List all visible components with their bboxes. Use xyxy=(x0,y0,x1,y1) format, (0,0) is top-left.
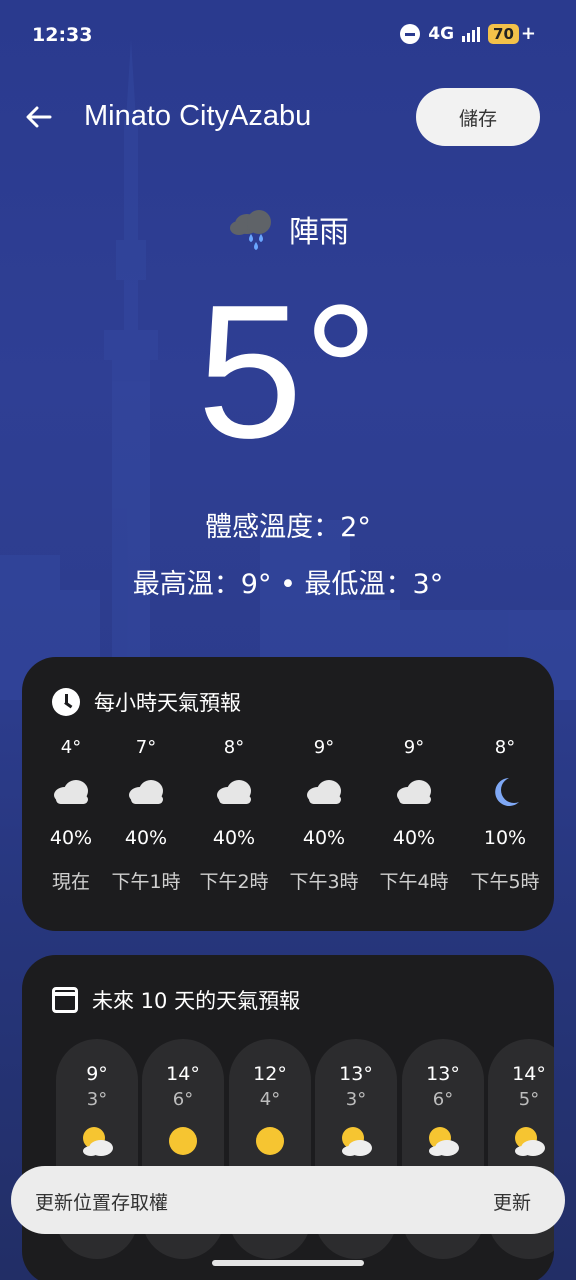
hourly-forecast-header: 每小時天氣預報 xyxy=(52,687,241,717)
calendar-icon xyxy=(52,987,78,1013)
partly-cloudy-icon xyxy=(429,1127,459,1156)
location-title: Minato CityAzabu xyxy=(84,100,312,132)
cloud-icon xyxy=(54,780,88,804)
battery-charging-indicator: + xyxy=(520,23,536,44)
hourly-item: 9° 40% 下午3時 xyxy=(279,737,369,894)
hourly-temp: 7° xyxy=(135,737,157,758)
current-condition: 陣雨 xyxy=(0,206,576,252)
hourly-time: 下午5時 xyxy=(470,871,540,893)
snackbar-message: 更新位置存取權 xyxy=(35,1192,169,1214)
gesture-nav-handle[interactable] xyxy=(212,1260,364,1266)
sun-icon xyxy=(256,1127,284,1155)
cloud-icon xyxy=(129,780,163,804)
daily-forecast-title: 未來 10 天的天氣預報 xyxy=(92,989,301,1013)
status-bar: 12:33 4G 70 + xyxy=(0,0,576,72)
hourly-item: 7° 40% 下午1時 xyxy=(101,737,191,894)
hourly-item: 8° 40% 下午2時 xyxy=(189,737,279,894)
hourly-precip: 40% xyxy=(124,827,168,849)
daily-high: 14° xyxy=(166,1063,200,1085)
partly-cloudy-icon xyxy=(515,1127,545,1156)
location-permission-snackbar: 更新位置存取權 更新 xyxy=(11,1166,565,1234)
daily-low: 4° xyxy=(259,1089,281,1110)
hourly-precip: 10% xyxy=(483,827,527,849)
hourly-temp: 8° xyxy=(223,737,245,758)
hourly-forecast-card[interactable]: 每小時天氣預報 4° 40% 現在 7° 40% 下午1時 8° 40% 下午2… xyxy=(22,657,554,931)
arrow-left-icon[interactable] xyxy=(24,102,54,132)
cloud-icon xyxy=(397,780,431,804)
current-temperature: 5° xyxy=(197,266,379,478)
daily-high: 13° xyxy=(426,1063,460,1085)
rain-cloud-icon xyxy=(230,210,271,250)
partly-cloudy-icon xyxy=(83,1127,113,1156)
hourly-precip: 40% xyxy=(212,827,256,849)
sun-icon xyxy=(169,1127,197,1155)
save-button[interactable]: 儲存 xyxy=(416,88,540,146)
daily-low: 6° xyxy=(432,1089,454,1110)
cloud-icon xyxy=(307,780,341,804)
do-not-disturb-icon xyxy=(400,23,421,44)
daily-low: 5° xyxy=(518,1089,540,1110)
high-low-temperature: 最高溫：9° • 最低溫：3° xyxy=(132,569,444,600)
hourly-precip: 40% xyxy=(392,827,436,849)
hourly-temp: 9° xyxy=(403,737,425,758)
daily-low: 3° xyxy=(345,1089,367,1110)
daily-low: 6° xyxy=(172,1089,194,1110)
hourly-time: 下午1時 xyxy=(111,871,181,893)
signal-icon xyxy=(462,26,481,42)
feels-like: 體感溫度：2° xyxy=(205,512,371,543)
hourly-precip: 40% xyxy=(302,827,346,849)
clock-icon xyxy=(52,688,80,716)
update-button[interactable]: 更新 xyxy=(493,1188,531,1215)
daily-high: 14° xyxy=(512,1063,546,1085)
daily-low: 3° xyxy=(86,1089,108,1110)
condition-label: 陣雨 xyxy=(289,215,349,250)
daily-high: 12° xyxy=(253,1063,287,1085)
hourly-time: 下午3時 xyxy=(289,871,359,893)
daily-high: 9° xyxy=(86,1063,108,1085)
hourly-time: 下午4時 xyxy=(379,871,449,893)
hourly-forecast-title: 每小時天氣預報 xyxy=(94,691,241,715)
hourly-item: 9° 40% 下午4時 xyxy=(369,737,459,894)
hourly-time: 下午2時 xyxy=(199,871,269,893)
daily-forecast-header: 未來 10 天的天氣預報 xyxy=(52,985,300,1015)
network-type: 4G xyxy=(428,23,455,44)
moon-icon xyxy=(495,778,519,806)
daily-high: 13° xyxy=(339,1063,373,1085)
hourly-temp: 8° xyxy=(494,737,516,758)
cloud-icon xyxy=(217,780,251,804)
status-icons: 4G 70 + xyxy=(400,23,536,44)
partly-cloudy-icon xyxy=(342,1127,372,1156)
top-app-bar: Minato CityAzabu 儲存 xyxy=(0,88,576,148)
status-time: 12:33 xyxy=(32,24,93,46)
hourly-item: 8° 10% 下午5時 xyxy=(460,737,550,894)
hourly-temp: 9° xyxy=(313,737,335,758)
battery-icon: 70 xyxy=(488,23,519,44)
